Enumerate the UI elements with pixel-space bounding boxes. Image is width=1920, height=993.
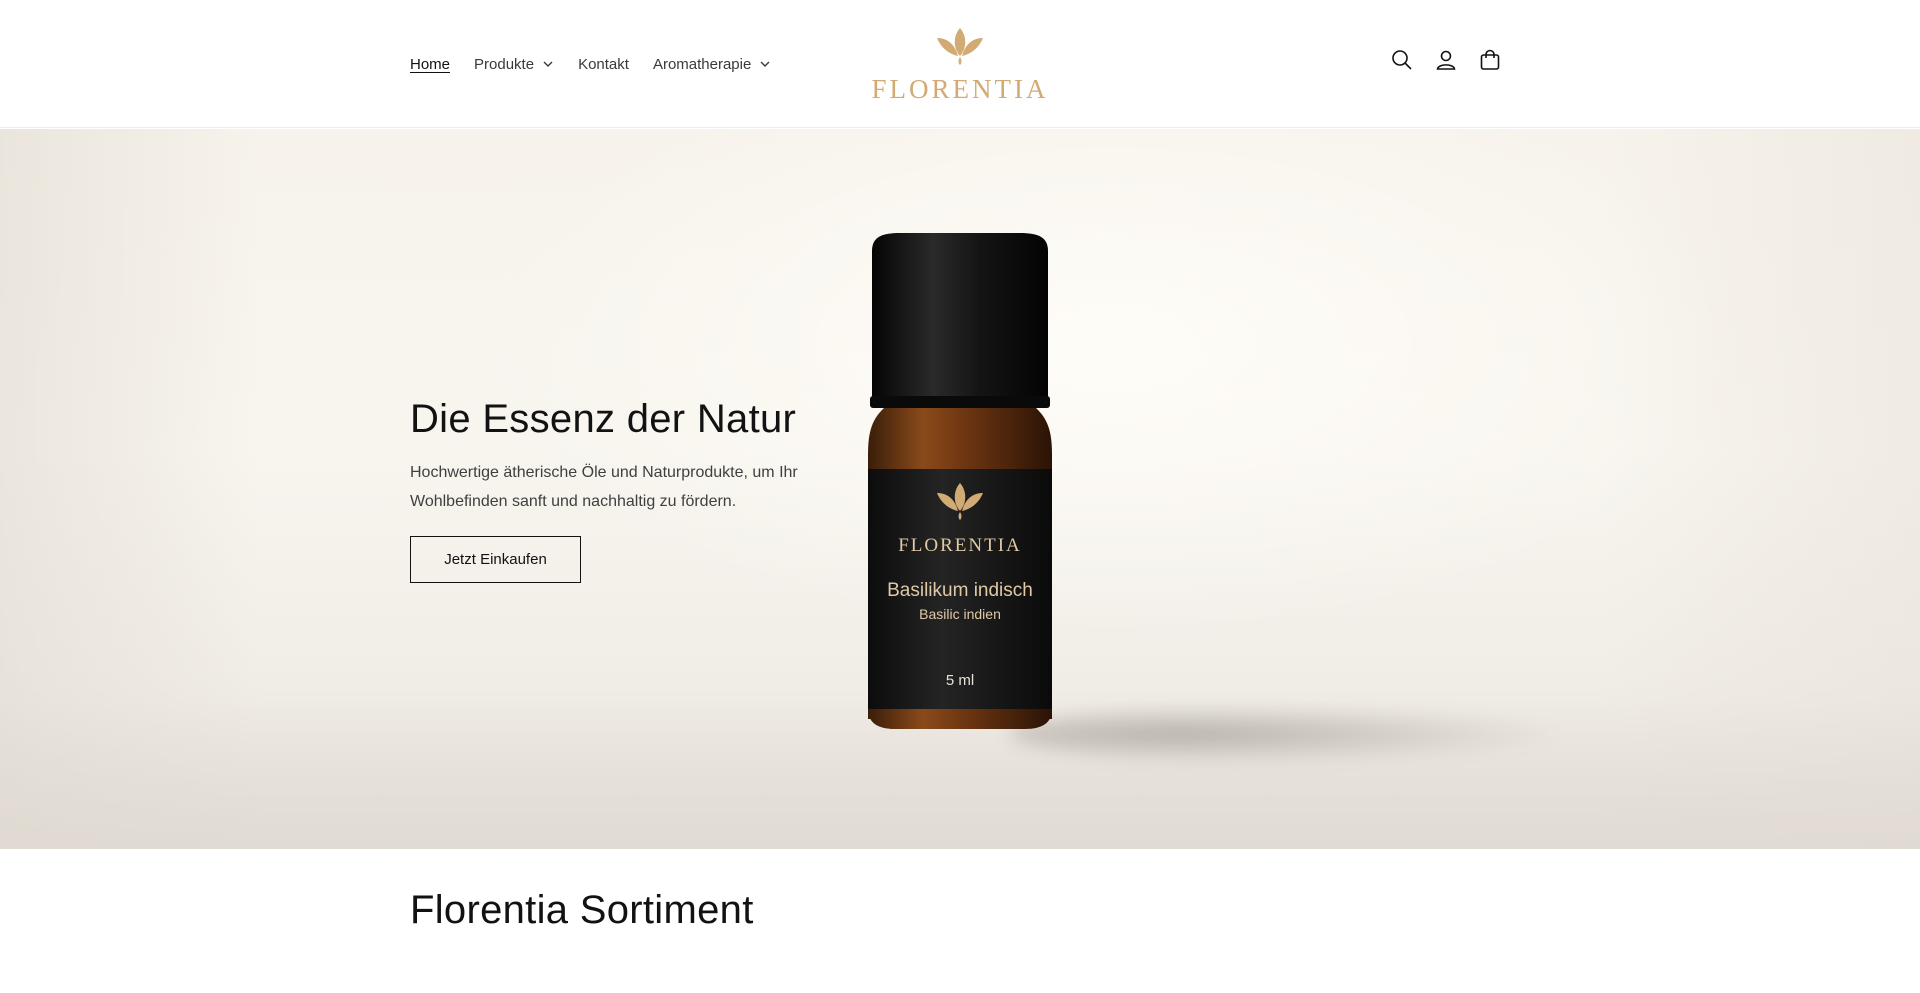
chevron-down-icon: [759, 58, 771, 70]
nav-item-home[interactable]: Home: [410, 52, 450, 76]
cart-icon[interactable]: [1478, 48, 1502, 72]
hero-title: Die Essenz der Natur: [410, 397, 797, 441]
logo-wordmark: FLORENTIA: [871, 74, 1049, 104]
main-nav: Home Produkte Kontakt Aromatherapie: [410, 52, 795, 76]
nav-item-produkte[interactable]: Produkte: [474, 52, 554, 76]
product-bottle-image: FLORENTIA Basilikum indisch Basilic indi…: [860, 231, 1060, 731]
hero-text: Hochwertige ätherische Öle und Naturprod…: [410, 464, 798, 510]
leaf-logo-icon: [933, 26, 987, 66]
bottle-brand: FLORENTIA: [898, 535, 1022, 556]
account-icon[interactable]: [1434, 48, 1458, 72]
site-header: Home Produkte Kontakt Aromatherapie FLOR…: [0, 0, 1920, 128]
nav-item-kontakt[interactable]: Kontakt: [578, 52, 629, 76]
nav-item-label: Kontakt: [578, 55, 629, 73]
section-title: Florentia Sortiment: [410, 888, 754, 932]
chevron-down-icon: [542, 58, 554, 70]
nav-item-aromatherapie[interactable]: Aromatherapie: [653, 52, 771, 76]
bottle-product-subname: Basilic indien: [919, 606, 1001, 622]
bottle-product-name: Basilikum indisch: [887, 580, 1033, 601]
nav-item-label: Home: [410, 55, 451, 73]
bottle-volume: 5 ml: [946, 672, 974, 689]
nav-item-label: Produkte: [474, 55, 535, 73]
hero-banner: Die Essenz der Natur Hochwertige ätheris…: [0, 129, 1920, 849]
nav-item-label: Aromatherapie: [652, 55, 752, 73]
brand-logo[interactable]: FLORENTIA: [870, 26, 1050, 106]
shop-now-button[interactable]: Jetzt Einkaufen: [410, 536, 581, 583]
bottle-shadow: [1010, 704, 1570, 764]
search-icon[interactable]: [1390, 48, 1414, 72]
header-icons: [1390, 48, 1502, 72]
